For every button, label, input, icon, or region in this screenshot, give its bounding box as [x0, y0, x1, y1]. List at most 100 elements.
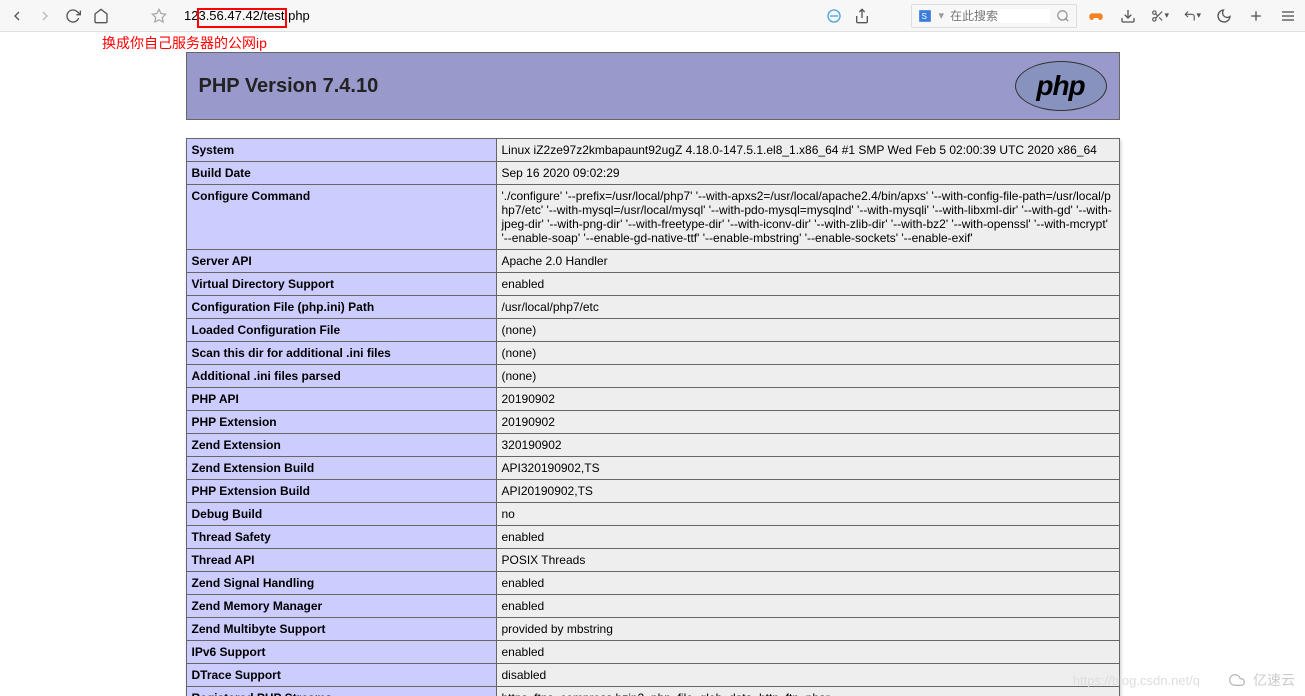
- php-logo-text: php: [1036, 70, 1084, 102]
- row-label: DTrace Support: [186, 664, 496, 687]
- svg-text:S: S: [922, 11, 928, 20]
- ie-compat-icon[interactable]: [825, 7, 843, 25]
- row-label: Debug Build: [186, 503, 496, 526]
- row-value: /usr/local/php7/etc: [496, 296, 1119, 319]
- row-value: Linux iZ2ze97z2kmbapaunt92ugZ 4.18.0-147…: [496, 139, 1119, 162]
- table-row: Thread APIPOSIX Threads: [186, 549, 1119, 572]
- download-icon[interactable]: [1119, 7, 1137, 25]
- table-row: Scan this dir for additional .ini files(…: [186, 342, 1119, 365]
- row-label: Zend Signal Handling: [186, 572, 496, 595]
- row-label: Zend Memory Manager: [186, 595, 496, 618]
- row-value: enabled: [496, 273, 1119, 296]
- moon-icon[interactable]: [1215, 7, 1233, 25]
- row-label: Build Date: [186, 162, 496, 185]
- menu-icon[interactable]: [1279, 7, 1297, 25]
- table-row: Configure Command'./configure' '--prefix…: [186, 185, 1119, 250]
- table-row: PHP Extension20190902: [186, 411, 1119, 434]
- refresh-button[interactable]: [64, 7, 82, 25]
- row-value: provided by mbstring: [496, 618, 1119, 641]
- table-row: Registered PHP Streamshttps, ftps, compr…: [186, 687, 1119, 696]
- scissors-icon[interactable]: ▾: [1151, 7, 1169, 25]
- row-label: PHP Extension Build: [186, 480, 496, 503]
- table-row: Loaded Configuration File(none): [186, 319, 1119, 342]
- row-value: (none): [496, 342, 1119, 365]
- row-value: API320190902,TS: [496, 457, 1119, 480]
- row-label: Virtual Directory Support: [186, 273, 496, 296]
- row-value: Sep 16 2020 09:02:29: [496, 162, 1119, 185]
- row-value: enabled: [496, 595, 1119, 618]
- row-value: (none): [496, 365, 1119, 388]
- row-value: enabled: [496, 572, 1119, 595]
- row-label: IPv6 Support: [186, 641, 496, 664]
- row-value: './configure' '--prefix=/usr/local/php7'…: [496, 185, 1119, 250]
- table-row: DTrace Supportdisabled: [186, 664, 1119, 687]
- undo-icon[interactable]: ▾: [1183, 7, 1201, 25]
- annotation-text: 换成你自己服务器的公网ip: [102, 33, 267, 53]
- table-row: Zend Memory Managerenabled: [186, 595, 1119, 618]
- row-label: Configuration File (php.ini) Path: [186, 296, 496, 319]
- watermark-yisu: 亿速云: [1225, 670, 1295, 690]
- phpinfo-table: SystemLinux iZ2ze97z2kmbapaunt92ugZ 4.18…: [186, 138, 1120, 696]
- row-label: Zend Multibyte Support: [186, 618, 496, 641]
- forward-button[interactable]: [36, 7, 54, 25]
- row-value: POSIX Threads: [496, 549, 1119, 572]
- search-input[interactable]: [950, 9, 1050, 23]
- watermark-csdn: https://blog.csdn.net/q: [1073, 673, 1200, 688]
- share-icon[interactable]: [853, 7, 871, 25]
- table-row: Configuration File (php.ini) Path/usr/lo…: [186, 296, 1119, 319]
- search-box[interactable]: S ▾: [911, 4, 1077, 28]
- row-value: https, ftps, compress.bzip2, php, file, …: [496, 687, 1119, 696]
- table-row: Thread Safetyenabled: [186, 526, 1119, 549]
- row-value: 20190902: [496, 411, 1119, 434]
- row-value: 320190902: [496, 434, 1119, 457]
- row-label: Zend Extension: [186, 434, 496, 457]
- bookmark-star-icon[interactable]: [150, 7, 168, 25]
- table-row: Virtual Directory Supportenabled: [186, 273, 1119, 296]
- row-value: Apache 2.0 Handler: [496, 250, 1119, 273]
- table-row: Zend Multibyte Supportprovided by mbstri…: [186, 618, 1119, 641]
- row-label: Configure Command: [186, 185, 496, 250]
- row-label: Zend Extension Build: [186, 457, 496, 480]
- row-value: enabled: [496, 526, 1119, 549]
- phpinfo-container: PHP Version 7.4.10 php SystemLinux iZ2ze…: [186, 52, 1120, 696]
- row-value: API20190902,TS: [496, 480, 1119, 503]
- url-bar[interactable]: [178, 4, 815, 28]
- row-label: Registered PHP Streams: [186, 687, 496, 696]
- row-value: 20190902: [496, 388, 1119, 411]
- game-icon[interactable]: [1087, 7, 1105, 25]
- table-row: PHP API20190902: [186, 388, 1119, 411]
- url-input[interactable]: [184, 8, 809, 23]
- table-row: PHP Extension BuildAPI20190902,TS: [186, 480, 1119, 503]
- row-label: Scan this dir for additional .ini files: [186, 342, 496, 365]
- table-row: SystemLinux iZ2ze97z2kmbapaunt92ugZ 4.18…: [186, 139, 1119, 162]
- row-label: Additional .ini files parsed: [186, 365, 496, 388]
- page-content: PHP Version 7.4.10 php SystemLinux iZ2ze…: [0, 32, 1305, 696]
- php-logo: php: [1015, 61, 1107, 111]
- row-label: PHP Extension: [186, 411, 496, 434]
- table-row: Zend Extension BuildAPI320190902,TS: [186, 457, 1119, 480]
- back-button[interactable]: [8, 7, 26, 25]
- row-value: (none): [496, 319, 1119, 342]
- row-label: PHP API: [186, 388, 496, 411]
- table-row: Debug Buildno: [186, 503, 1119, 526]
- row-label: Server API: [186, 250, 496, 273]
- browser-toolbar: S ▾ ▾ ▾: [0, 0, 1305, 32]
- table-row: Zend Signal Handlingenabled: [186, 572, 1119, 595]
- search-icon[interactable]: [1056, 9, 1070, 23]
- plus-icon[interactable]: [1247, 7, 1265, 25]
- php-version-title: PHP Version 7.4.10: [199, 75, 379, 98]
- table-row: Additional .ini files parsed(none): [186, 365, 1119, 388]
- cloud-icon: [1225, 672, 1249, 688]
- table-row: IPv6 Supportenabled: [186, 641, 1119, 664]
- phpinfo-header: PHP Version 7.4.10 php: [186, 52, 1120, 120]
- row-value: enabled: [496, 641, 1119, 664]
- search-engine-icon: S: [918, 9, 932, 23]
- table-row: Server APIApache 2.0 Handler: [186, 250, 1119, 273]
- row-value: disabled: [496, 664, 1119, 687]
- row-label: Loaded Configuration File: [186, 319, 496, 342]
- row-label: System: [186, 139, 496, 162]
- table-row: Zend Extension320190902: [186, 434, 1119, 457]
- row-label: Thread Safety: [186, 526, 496, 549]
- table-row: Build DateSep 16 2020 09:02:29: [186, 162, 1119, 185]
- home-button[interactable]: [92, 7, 110, 25]
